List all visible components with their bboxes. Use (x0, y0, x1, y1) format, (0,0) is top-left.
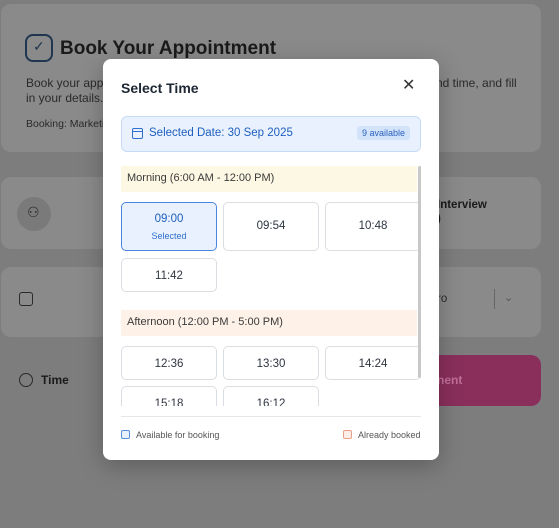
time-slot-selected[interactable]: 09:00 Selected (121, 202, 217, 251)
legend-available-label: Available for booking (136, 430, 220, 440)
slot-time: 12:36 (154, 358, 184, 370)
select-time-modal: Select Time ✕ Selected Date: 30 Sep 2025… (103, 59, 439, 460)
selected-date-text: Selected Date: 30 Sep 2025 (149, 127, 293, 139)
booked-swatch (343, 430, 352, 439)
scrollbar[interactable] (418, 166, 421, 378)
slot-time: 09:00 (154, 213, 184, 225)
time-slot[interactable]: 10:48 (325, 202, 421, 251)
afternoon-section-header: Afternoon (12:00 PM - 5:00 PM) (121, 310, 417, 336)
slot-selected-label: Selected (151, 231, 187, 241)
legend-booked-label: Already booked (358, 430, 421, 440)
selected-date-banner: Selected Date: 30 Sep 2025 9 available (121, 116, 421, 152)
slot-time: 15:18 (154, 398, 184, 406)
time-slot[interactable]: 13:30 (223, 346, 319, 380)
time-slot[interactable]: 16:12 (223, 386, 319, 406)
slot-time: 13:30 (256, 358, 286, 370)
available-count-badge: 9 available (356, 126, 410, 140)
select-divider (494, 289, 495, 309)
slot-time: 09:54 (256, 220, 286, 232)
description-right: nd time, and fill (436, 76, 517, 90)
clock-icon (19, 373, 33, 387)
chevron-down-icon: ⌄ (504, 292, 514, 304)
calendar-check-icon (25, 34, 53, 62)
modal-title: Select Time (121, 80, 199, 96)
slot-time: 10:48 (358, 220, 388, 232)
interviewer-line1: Interview (437, 199, 487, 211)
description-left: Book your appo (26, 76, 111, 90)
slot-time: 14:24 (358, 358, 388, 370)
close-icon[interactable]: ✕ (402, 78, 415, 94)
legend-divider (121, 416, 421, 417)
time-slot-list[interactable]: Morning (6:00 AM - 12:00 PM) 09:00 Selec… (121, 166, 421, 406)
description-line2: in your details. (26, 91, 104, 105)
available-swatch (121, 430, 130, 439)
page-title: Book Your Appointment (60, 38, 277, 59)
interviewer-text: Interview ) (437, 198, 487, 226)
calendar-icon (19, 292, 33, 306)
slot-time: 11:42 (155, 270, 183, 282)
time-label: Time (41, 373, 69, 387)
morning-section-header: Morning (6:00 AM - 12:00 PM) (121, 166, 417, 192)
booking-label: Booking: Marketi (26, 118, 105, 130)
time-slot[interactable]: 11:42 (121, 258, 217, 292)
time-slot[interactable]: 12:36 (121, 346, 217, 380)
time-slot[interactable]: 15:18 (121, 386, 217, 406)
time-slot[interactable]: 14:24 (325, 346, 421, 380)
user-icon (17, 197, 51, 231)
time-slot[interactable]: 09:54 (223, 202, 319, 251)
slot-time: 16:12 (256, 398, 286, 406)
calendar-icon (132, 128, 143, 139)
submit-label: nent (437, 373, 463, 387)
